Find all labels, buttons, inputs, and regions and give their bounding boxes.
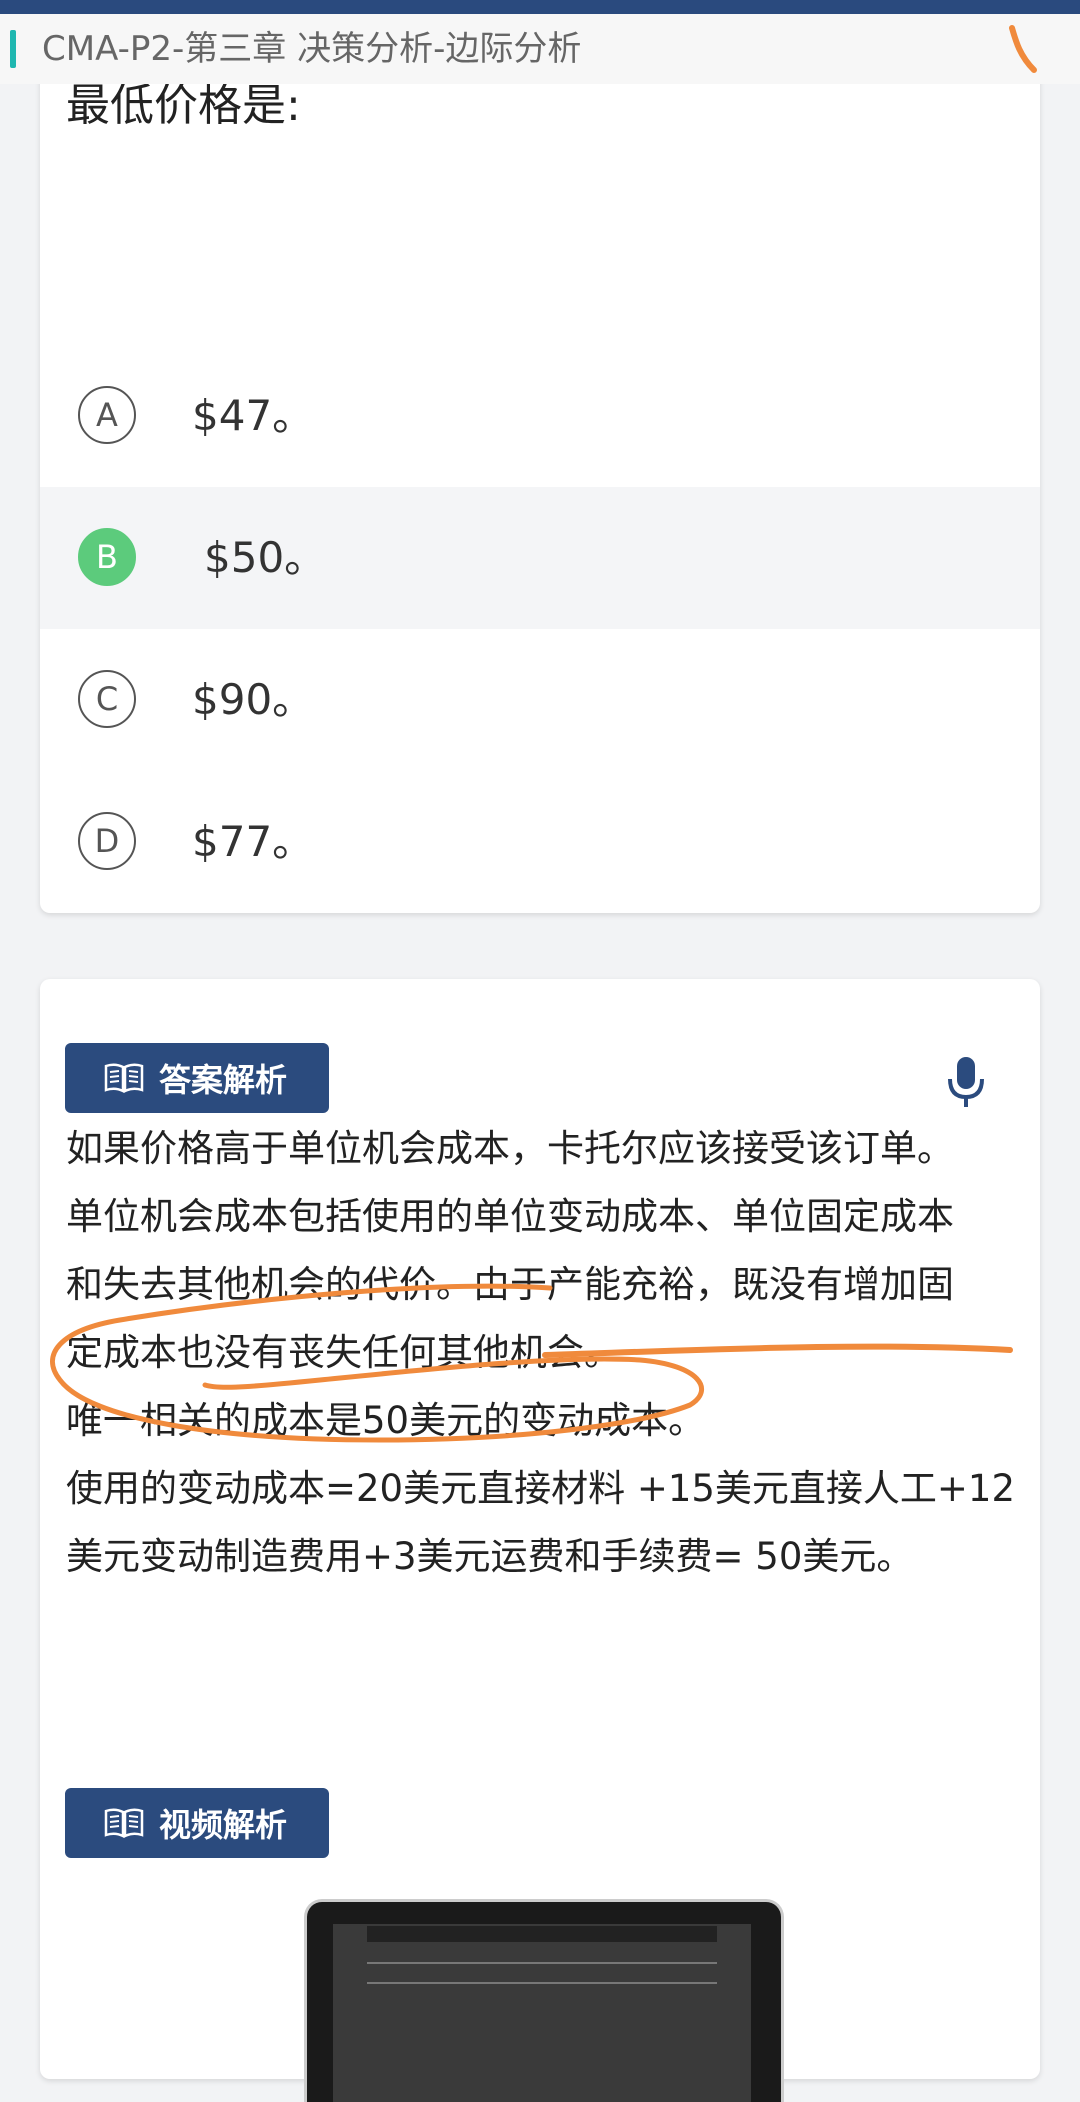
- option-text: $47。: [192, 391, 315, 440]
- analysis-line: 和失去其他机会的代价。由于产能充裕，既没有增加固: [66, 1263, 954, 1306]
- option-text: $77。: [192, 817, 315, 866]
- page-title: CMA-P2-第三章 决策分析-边际分析: [42, 29, 582, 69]
- analysis-line: 定成本也没有丧失任何其他机会。: [66, 1331, 621, 1374]
- badge-label: 答案解析: [159, 1061, 288, 1099]
- video-rule: [367, 1982, 717, 1984]
- answer-analysis-badge: 答案解析: [65, 1043, 329, 1113]
- analysis-line: 使用的变动成本=20美元直接材料 +15美元直接人工+12: [66, 1467, 1016, 1510]
- analysis-line: 如果价格高于单位机会成本，卡托尔应该接受该订单。: [66, 1127, 954, 1170]
- option-letter: D: [78, 812, 136, 870]
- option-letter: A: [78, 386, 136, 444]
- microphone-icon[interactable]: [944, 1055, 988, 1109]
- option-text: $50。: [204, 533, 327, 582]
- option-b[interactable]: B $50。: [40, 487, 1040, 629]
- badge-label: 视频解析: [159, 1806, 288, 1844]
- analysis-line: 单位机会成本包括使用的单位变动成本、单位固定成本: [66, 1195, 954, 1238]
- status-strip: [0, 0, 1080, 14]
- option-letter: C: [78, 670, 136, 728]
- analysis-card: 答案解析 如果价格高于单位机会成本，卡托尔应该接受该订单。 单位机会成本包括使用…: [40, 979, 1040, 2102]
- analysis-line: 美元变动制造费用+3美元运费和手续费= 50美元。: [66, 1535, 914, 1578]
- option-d[interactable]: D $77。: [40, 771, 1040, 913]
- open-book-icon: [103, 1807, 145, 1839]
- option-letter: B: [78, 528, 136, 586]
- video-rule: [367, 1962, 717, 1964]
- pen-mark-icon: [1009, 25, 1037, 73]
- video-header-bar: [367, 1926, 717, 1942]
- option-text: $90。: [192, 675, 315, 724]
- page-header: CMA-P2-第三章 决策分析-边际分析: [0, 14, 1080, 84]
- video-thumbnail[interactable]: [304, 1899, 784, 2102]
- video-screen: [333, 1924, 751, 2102]
- option-a[interactable]: A $47。: [40, 345, 1040, 487]
- open-book-icon: [103, 1062, 145, 1094]
- question-text: 最低价格是:: [66, 80, 301, 131]
- question-card: 最低价格是: A $47。 B $50。 C $90。 D $77。: [40, 60, 1040, 913]
- answer-analysis-text: 如果价格高于单位机会成本，卡托尔应该接受该订单。 单位机会成本包括使用的单位变动…: [66, 1115, 1026, 1591]
- video-analysis-badge: 视频解析: [65, 1788, 329, 1858]
- option-c[interactable]: C $90。: [40, 629, 1040, 771]
- analysis-line: 唯一相关的成本是50美元的变动成本。: [66, 1399, 706, 1442]
- header-accent-bar: [10, 30, 16, 68]
